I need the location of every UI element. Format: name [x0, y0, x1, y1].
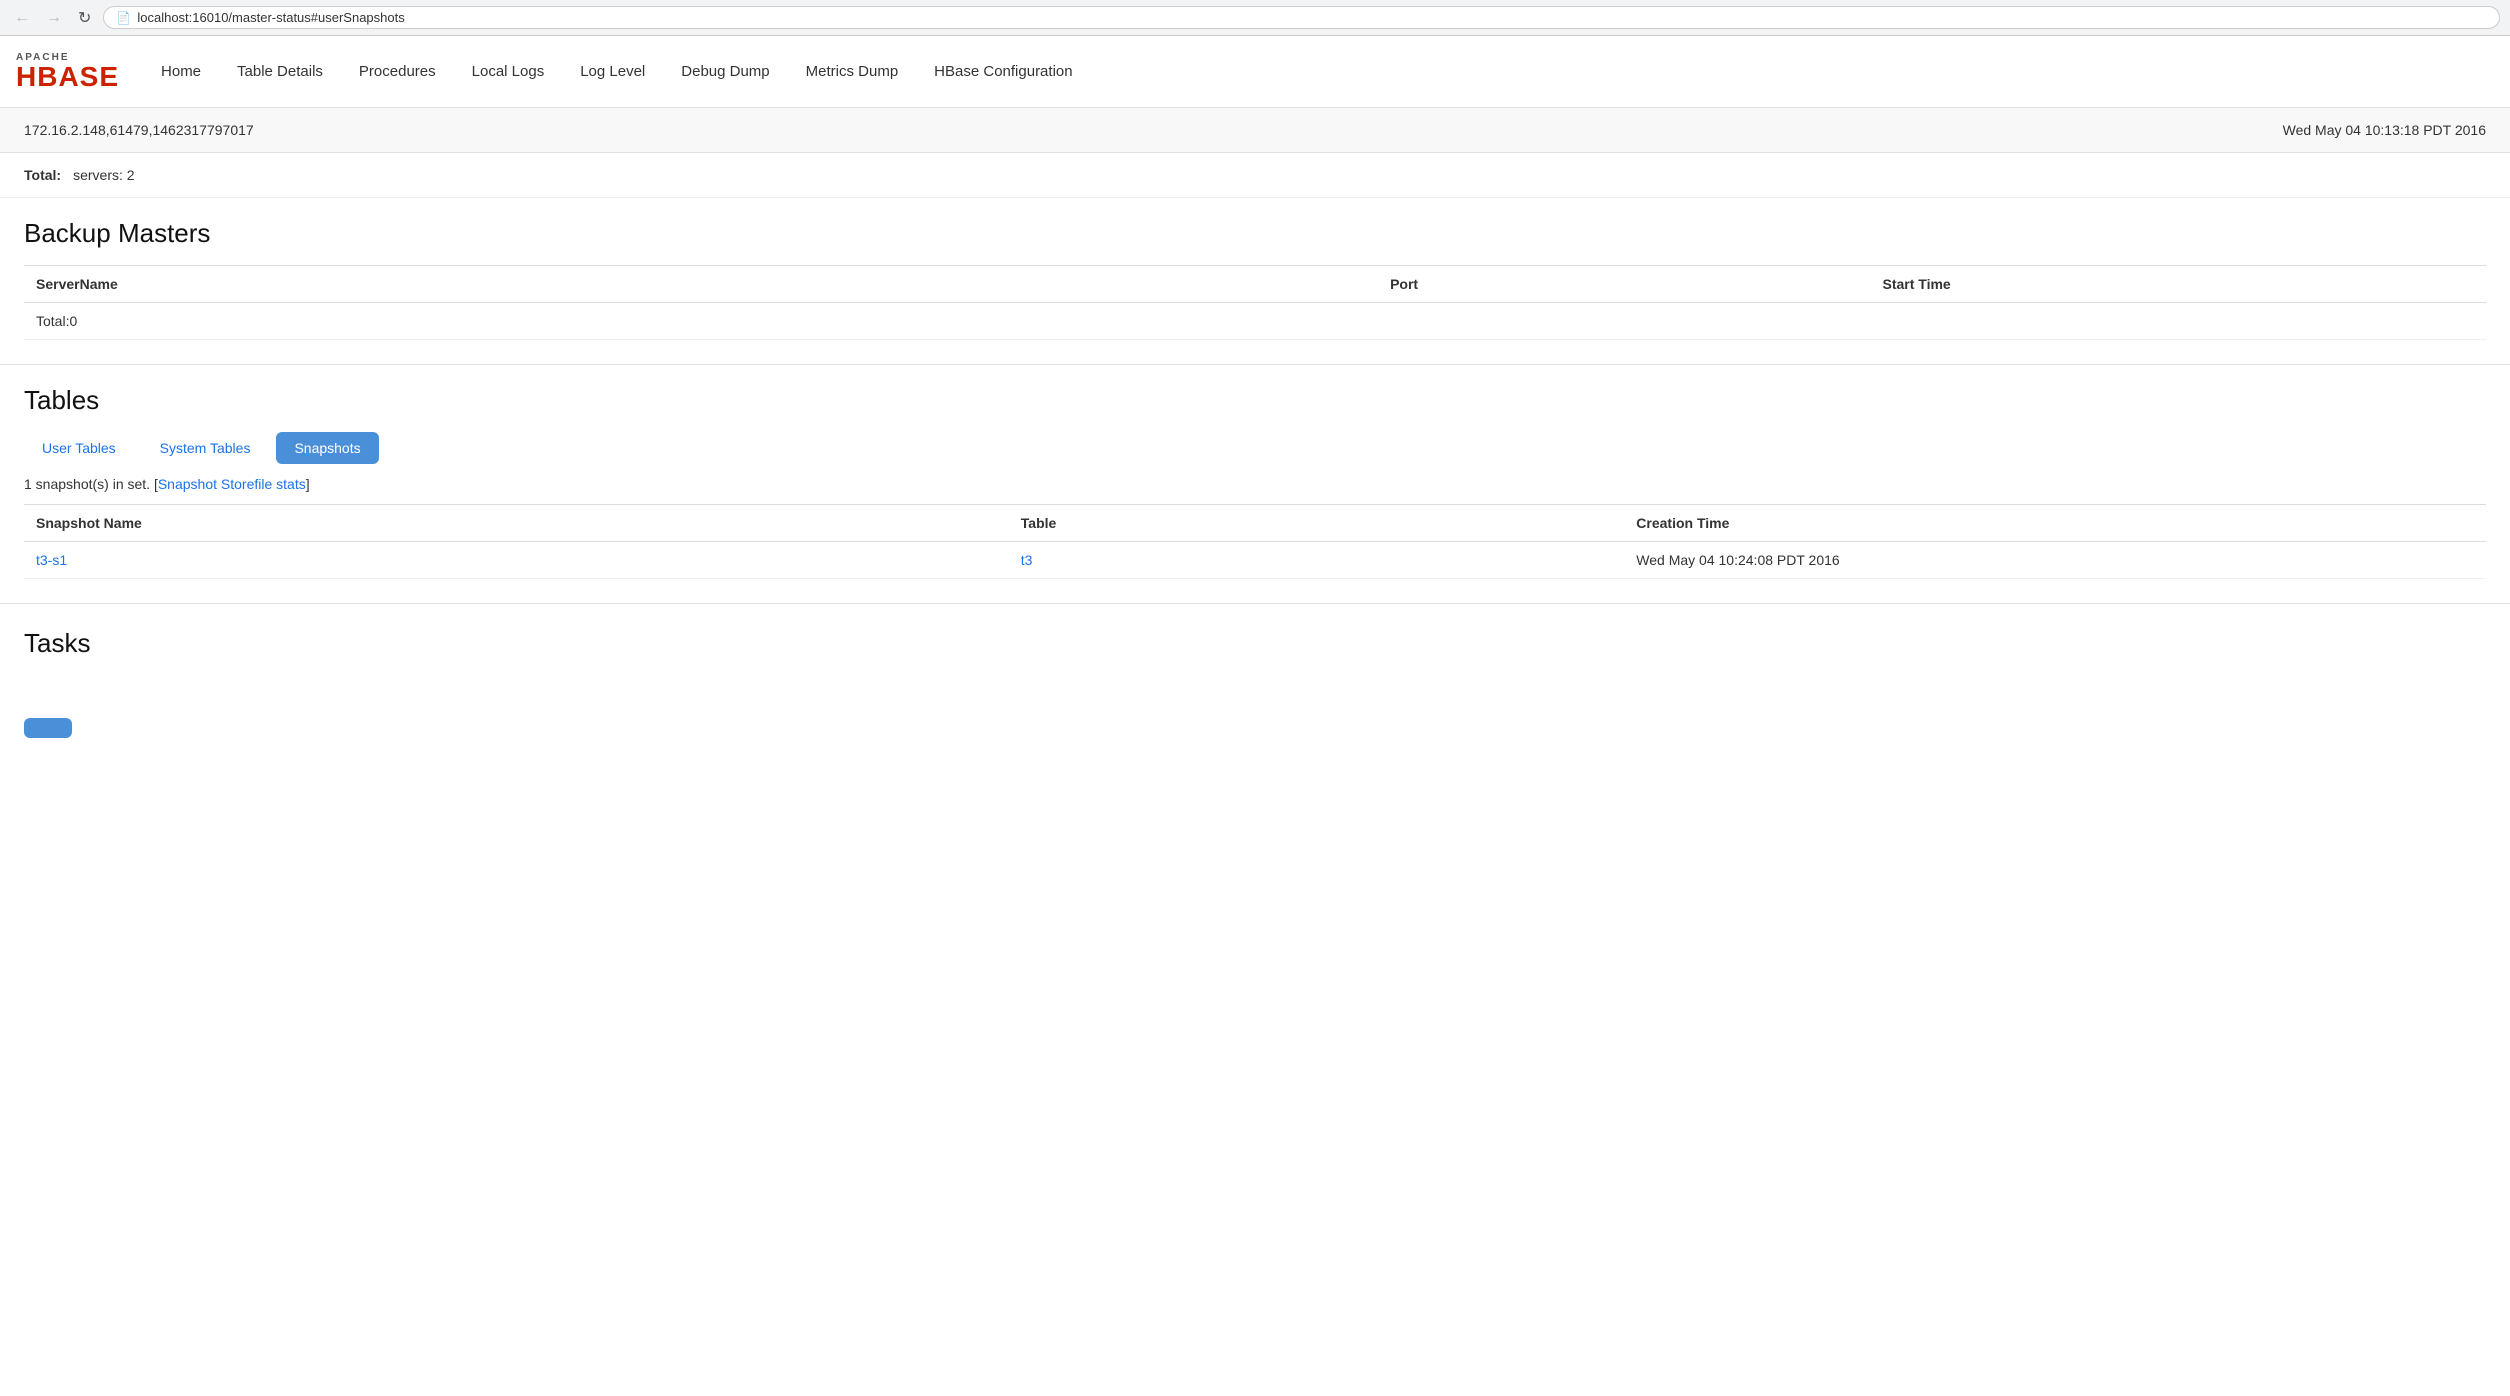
- nav-metrics-dump[interactable]: Metrics Dump: [788, 36, 917, 107]
- page-icon: 📄: [116, 11, 131, 25]
- server-address: 172.16.2.148,61479,1462317797017: [24, 122, 254, 138]
- col-header-servername: ServerName: [24, 266, 1378, 303]
- browser-chrome: ← → ↻ 📄 localhost:16010/master-status#us…: [0, 0, 2510, 36]
- nav-log-level[interactable]: Log Level: [562, 36, 663, 107]
- snapshot-count-text: 1 snapshot(s) in set.: [24, 476, 150, 492]
- nav-table-details[interactable]: Table Details: [219, 36, 341, 107]
- backup-masters-title: Backup Masters: [24, 218, 2486, 249]
- main-nav: Home Table Details Procedures Local Logs…: [143, 36, 1091, 107]
- back-button[interactable]: ←: [10, 7, 34, 29]
- total-value: servers: 2: [73, 167, 134, 183]
- server-datetime: Wed May 04 10:13:18 PDT 2016: [2283, 122, 2486, 138]
- tables-section: Tables User Tables System Tables Snapsho…: [0, 365, 2510, 579]
- total-row: Total: servers: 2: [0, 153, 2510, 198]
- snapshot-info: 1 snapshot(s) in set. [Snapshot Storefil…: [24, 476, 2486, 492]
- refresh-button[interactable]: ↻: [74, 6, 95, 30]
- tab-snapshots[interactable]: Snapshots: [276, 432, 378, 464]
- col-header-snapshot-name: Snapshot Name: [24, 505, 1009, 542]
- backup-masters-total-row: Total:0: [24, 303, 2486, 340]
- snapshot-table: Snapshot Name Table Creation Time t3-s1 …: [24, 504, 2486, 579]
- tab-system-tables[interactable]: System Tables: [142, 432, 269, 464]
- logo: APACHE HBASE: [16, 53, 119, 91]
- top-nav: APACHE HBASE Home Table Details Procedur…: [0, 36, 2510, 108]
- backup-masters-table: ServerName Port Start Time Total:0: [24, 265, 2486, 340]
- backup-masters-total: Total:0: [24, 303, 2486, 340]
- snapshot-storefile-link[interactable]: Snapshot Storefile stats: [158, 476, 306, 492]
- table-row: t3-s1 t3 Wed May 04 10:24:08 PDT 2016: [24, 542, 2486, 579]
- col-header-table: Table: [1009, 505, 1625, 542]
- col-header-starttime: Start Time: [1870, 266, 2486, 303]
- tasks-button[interactable]: [24, 718, 72, 738]
- server-info-bar: 172.16.2.148,61479,1462317797017 Wed May…: [0, 108, 2510, 153]
- snapshot-name-link[interactable]: t3-s1: [36, 552, 67, 568]
- url-text: localhost:16010/master-status#userSnapsh…: [137, 10, 404, 25]
- tables-tabs: User Tables System Tables Snapshots: [24, 432, 2486, 464]
- nav-hbase-config[interactable]: HBase Configuration: [916, 36, 1090, 107]
- forward-button[interactable]: →: [42, 7, 66, 29]
- nav-local-logs[interactable]: Local Logs: [454, 36, 563, 107]
- url-bar[interactable]: 📄 localhost:16010/master-status#userSnap…: [103, 6, 2500, 29]
- nav-home[interactable]: Home: [143, 36, 219, 107]
- tables-title: Tables: [24, 385, 2486, 416]
- tasks-title: Tasks: [24, 628, 2486, 659]
- snapshot-creation-time: Wed May 04 10:24:08 PDT 2016: [1624, 542, 2486, 579]
- col-header-creation-time: Creation Time: [1624, 505, 2486, 542]
- snapshot-table-link[interactable]: t3: [1021, 552, 1033, 568]
- nav-debug-dump[interactable]: Debug Dump: [663, 36, 787, 107]
- tasks-section: Tasks: [0, 604, 2510, 738]
- total-label: Total:: [24, 167, 61, 183]
- nav-procedures[interactable]: Procedures: [341, 36, 454, 107]
- backup-masters-section: Backup Masters ServerName Port Start Tim…: [0, 198, 2510, 340]
- col-header-port: Port: [1378, 266, 1870, 303]
- tab-user-tables[interactable]: User Tables: [24, 432, 134, 464]
- logo-hbase: HBASE: [16, 63, 119, 91]
